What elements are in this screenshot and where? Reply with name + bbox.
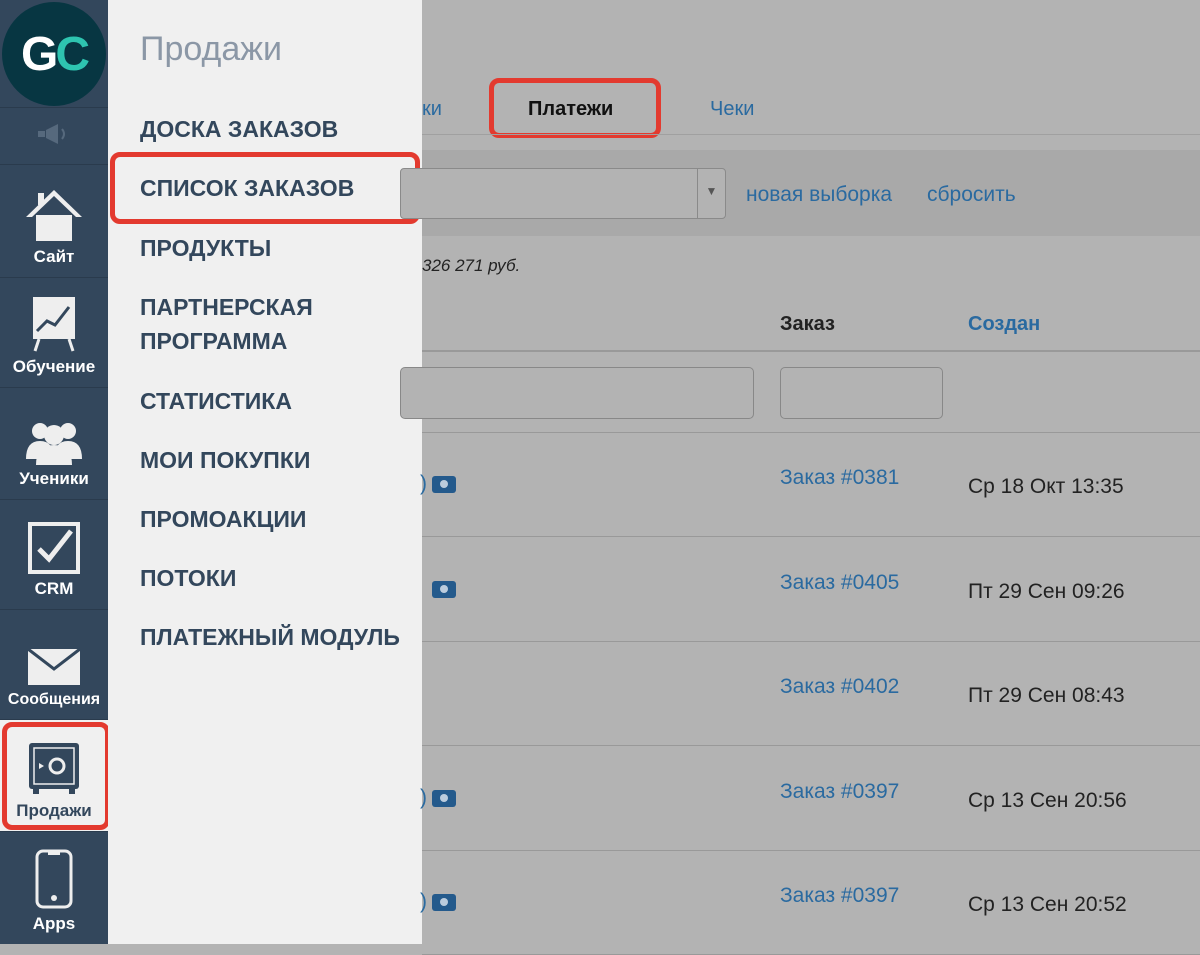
filter-input[interactable] [400, 367, 754, 419]
menu-item-products[interactable]: ПРОДУКТЫ [140, 231, 271, 265]
sidebar-item-label: Сайт [33, 247, 75, 266]
phone-icon [35, 849, 73, 909]
created-date: Ср 13 Сен 20:56 [968, 788, 1127, 812]
money-icon [432, 476, 456, 493]
money-icon [432, 894, 456, 911]
divider [422, 640, 1200, 642]
chart-board-icon [33, 297, 75, 352]
order-link[interactable]: Заказ #0397 [780, 884, 899, 908]
menu-item-streams[interactable]: ПОТОКИ [140, 561, 236, 595]
amount-partial: ) [420, 472, 427, 495]
money-icon [432, 580, 456, 598]
sidebar-item-label: Сообщения [7, 691, 101, 708]
divider [422, 432, 1200, 433]
sidebar-item-apps[interactable]: Apps [0, 832, 108, 944]
divider [422, 350, 1200, 352]
sales-menu: Продажи ДОСКА ЗАКАЗОВ СПИСОК ЗАКАЗОВ ПРО… [108, 0, 422, 944]
order-link[interactable]: Заказ #0402 [780, 675, 899, 699]
users-icon [26, 423, 82, 465]
amount-partial: ) [420, 785, 427, 809]
home-icon [26, 190, 82, 241]
speaker-button[interactable] [0, 108, 108, 165]
summary-total: 326 271 руб. [422, 256, 521, 275]
highlight-box [489, 78, 661, 138]
sidebar-item-label: Обучение [12, 357, 96, 376]
created-date: Ср 18 Окт 13:35 [968, 475, 1124, 498]
order-link[interactable]: Заказ #0405 [780, 571, 899, 595]
menu-item-partner-program[interactable]: ПАРТНЕРСКАЯ ПРОГРАММА [140, 290, 380, 358]
menu-item-order-board[interactable]: ДОСКА ЗАКАЗОВ [140, 112, 338, 146]
menu-item-promotions[interactable]: ПРОМОАКЦИИ [140, 502, 306, 536]
sidebar-item-messages[interactable]: Сообщения [0, 610, 108, 720]
order-filter-input[interactable] [780, 367, 943, 419]
menu-item-statistics[interactable]: СТАТИСТИКА [140, 384, 292, 418]
divider [422, 536, 1200, 537]
menu-title: Продажи [140, 30, 282, 68]
column-header-created[interactable]: Создан [968, 313, 1040, 336]
tab-partial[interactable]: ки [422, 98, 442, 121]
created-date: Ср 13 Сен 20:52 [968, 893, 1127, 916]
sidebar-item-label: Ученики [19, 469, 89, 488]
money-icon [432, 789, 456, 807]
sidebar-item-learning[interactable]: Обучение [0, 278, 108, 388]
order-link[interactable]: Заказ #0381 [780, 466, 899, 490]
speaker-icon [38, 124, 65, 144]
tab-receipts[interactable]: Чеки [710, 98, 754, 121]
sidebar-item-crm[interactable]: CRM [0, 500, 108, 610]
column-header-order: Заказ [780, 313, 835, 335]
reset-link[interactable]: сбросить [927, 183, 1016, 207]
checkbox-icon [28, 522, 80, 574]
created-date: Пт 29 Сен 09:26 [968, 579, 1125, 603]
sidebar-item-label: CRM [34, 579, 74, 598]
menu-item-my-purchases[interactable]: МОИ ПОКУПКИ [140, 443, 310, 477]
divider [422, 849, 1200, 851]
menu-item-payment-module[interactable]: ПЛАТЕЖНЫЙ МОДУЛЬ [140, 620, 400, 654]
highlight-box [2, 722, 110, 830]
chevron-down-icon: ▼ [697, 169, 725, 218]
envelope-icon [27, 647, 81, 685]
sidebar-item-site[interactable]: Сайт [0, 165, 108, 278]
order-link[interactable]: Заказ #0397 [780, 780, 899, 804]
highlight-box [110, 152, 420, 224]
divider [422, 745, 1200, 746]
new-selection-link[interactable]: новая выборка [746, 183, 892, 207]
logo[interactable]: GC [0, 0, 108, 108]
sidebar-item-students[interactable]: Ученики [0, 388, 108, 500]
amount-partial: ) [420, 890, 427, 913]
created-date: Пт 29 Сен 08:43 [968, 684, 1125, 707]
segment-select[interactable]: ▼ [400, 168, 726, 219]
sidebar-item-label: Apps [32, 914, 76, 933]
divider [422, 134, 1200, 135]
